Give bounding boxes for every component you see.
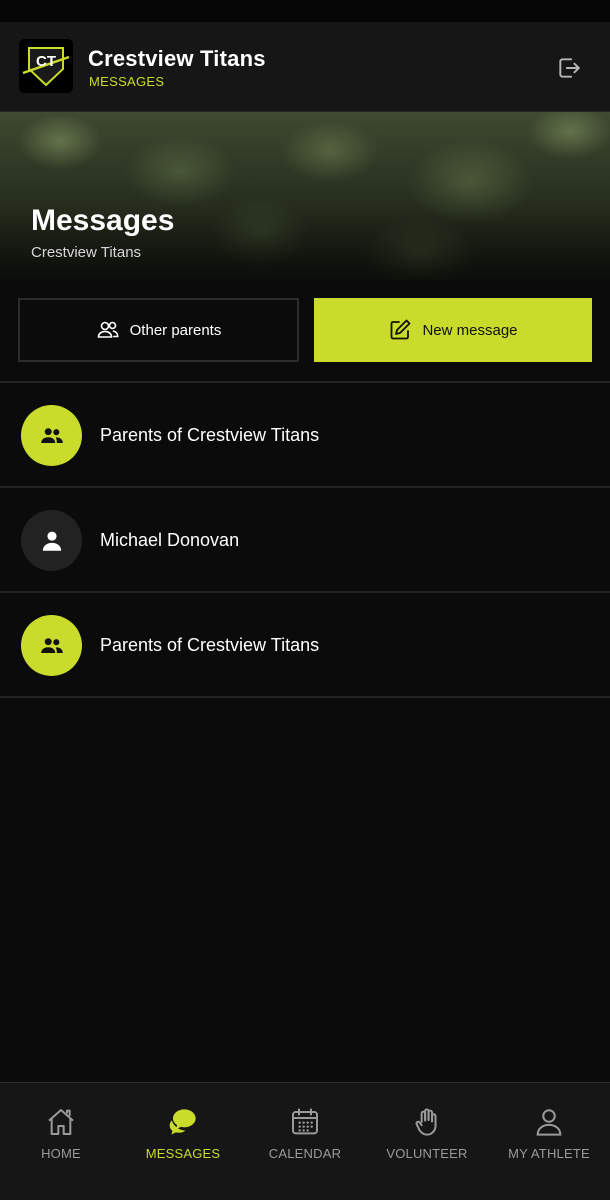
app-header: CT Crestview Titans MESSAGES [0, 22, 610, 112]
bottom-nav: HOME MESSAGES CALENDAR VOLUNTEER MY ATHL… [0, 1082, 610, 1200]
group-icon [40, 637, 63, 653]
logout-button[interactable] [554, 53, 584, 83]
team-logo: CT [19, 39, 73, 93]
home-icon [44, 1105, 78, 1139]
page-subtitle: Crestview Titans [31, 244, 142, 261]
logo-text: CT [36, 53, 56, 70]
conversation-name: Parents of Crestview Titans [100, 425, 320, 445]
compose-icon [388, 318, 412, 342]
new-message-label: New message [422, 321, 518, 339]
page-title: Messages [31, 204, 175, 237]
nav-label: MESSAGES [145, 1146, 221, 1161]
conversation-list: Parents of Crestview Titans Michael Dono… [0, 381, 610, 698]
nav-label: HOME [41, 1146, 81, 1161]
other-parents-label: Other parents [129, 321, 222, 339]
new-message-button[interactable]: New message [314, 298, 592, 362]
group-avatar [21, 615, 82, 676]
other-parents-button[interactable]: Other parents [18, 298, 299, 362]
nav-my-athlete[interactable]: MY ATHLETE [488, 1083, 610, 1200]
conversation-name: Michael Donovan [100, 530, 240, 550]
conversation-item[interactable]: Parents of Crestview Titans [0, 383, 610, 488]
nav-calendar[interactable]: CALENDAR [244, 1083, 366, 1200]
nav-volunteer[interactable]: VOLUNTEER [366, 1083, 488, 1200]
nav-label: VOLUNTEER [386, 1146, 468, 1161]
conversation-item[interactable]: Parents of Crestview Titans [0, 593, 610, 698]
raised-hand-icon [410, 1105, 444, 1139]
hero-banner: Messages Crestview Titans [0, 112, 610, 280]
nav-home[interactable]: HOME [0, 1083, 122, 1200]
team-name: Crestview Titans [88, 46, 266, 71]
people-icon [96, 318, 120, 342]
group-icon [40, 427, 63, 443]
calendar-icon [288, 1105, 322, 1139]
nav-label: CALENDAR [268, 1146, 342, 1161]
logout-icon [559, 58, 580, 78]
person-avatar [21, 510, 82, 571]
section-name: MESSAGES [89, 74, 165, 89]
status-bar [0, 0, 610, 22]
user-icon [42, 531, 61, 551]
nav-messages[interactable]: MESSAGES [122, 1083, 244, 1200]
conversation-name: Parents of Crestview Titans [100, 635, 320, 655]
conversation-item[interactable]: Michael Donovan [0, 488, 610, 593]
chat-bubbles-icon [166, 1105, 200, 1139]
group-avatar [21, 405, 82, 466]
nav-label: MY ATHLETE [508, 1146, 590, 1161]
user-outline-icon [532, 1105, 566, 1139]
